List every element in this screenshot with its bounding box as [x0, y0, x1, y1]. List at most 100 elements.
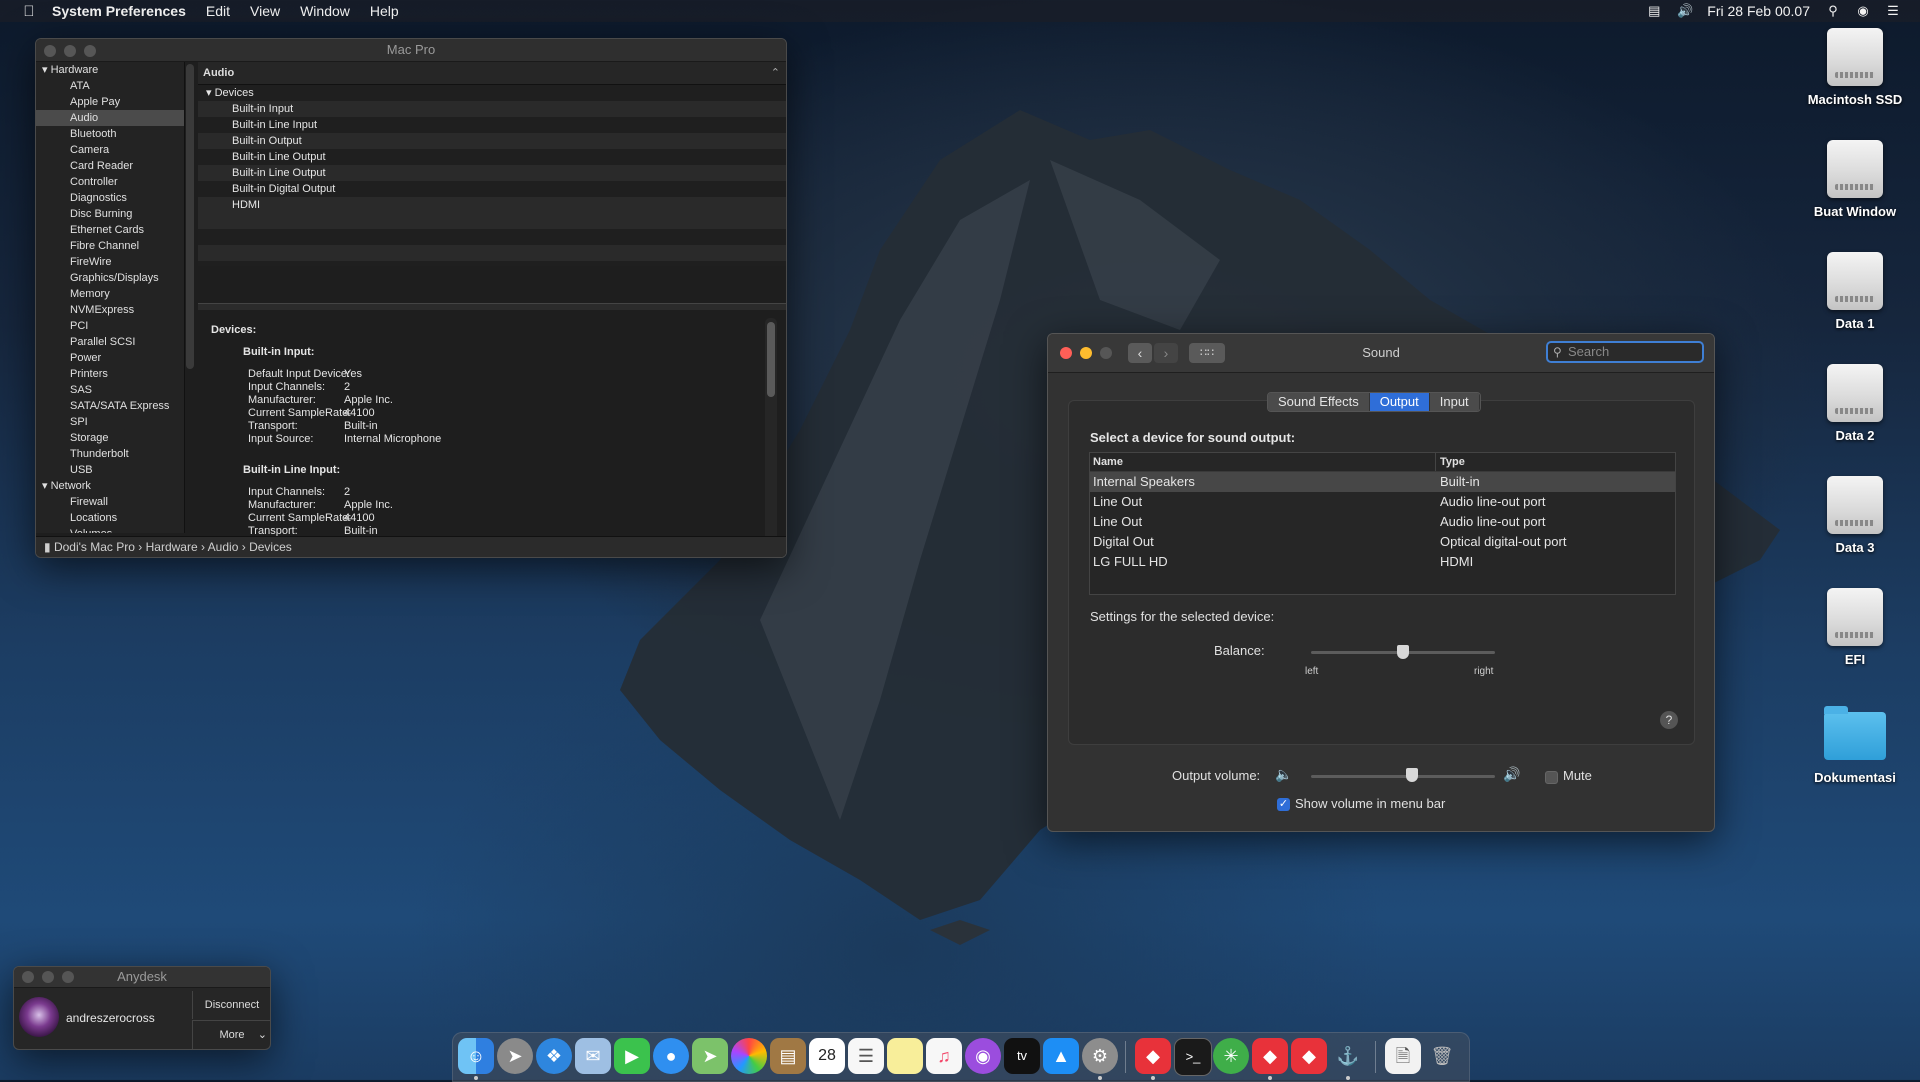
desktop-disk[interactable]: Macintosh SSD: [1800, 28, 1910, 107]
path-item[interactable]: Dodi's Mac Pro: [54, 540, 135, 554]
table-row[interactable]: Line Out Audio line-out port: [1090, 492, 1675, 512]
close-button[interactable]: [22, 971, 34, 983]
path-item[interactable]: Devices: [249, 540, 292, 554]
music-icon[interactable]: ♫: [926, 1038, 962, 1074]
menu-help[interactable]: Help: [370, 3, 399, 19]
menubar-clock[interactable]: Fri 28 Feb 00.07: [1707, 3, 1810, 19]
close-button[interactable]: [1060, 347, 1072, 359]
facetime-icon[interactable]: ▶: [614, 1038, 650, 1074]
tab-output[interactable]: Output: [1369, 393, 1430, 411]
table-row[interactable]: LG FULL HD HDMI: [1090, 552, 1675, 572]
devices-group-row[interactable]: ▾ Devices: [198, 85, 786, 101]
trash-icon[interactable]: 🗑: [1424, 1038, 1460, 1074]
desktop-disk[interactable]: Data 3: [1800, 476, 1910, 555]
contacts-icon[interactable]: ▤: [770, 1038, 806, 1074]
menu-edit[interactable]: Edit: [206, 3, 230, 19]
tab-sound-effects[interactable]: Sound Effects: [1268, 393, 1370, 411]
device-row[interactable]: Built-in Line Output: [198, 149, 786, 165]
disclosure-triangle-icon[interactable]: ▾: [42, 480, 51, 492]
minimize-button[interactable]: [1080, 347, 1092, 359]
anydesk-icon[interactable]: ◆: [1291, 1038, 1327, 1074]
tree-item[interactable]: Bluetooth: [36, 126, 184, 142]
zoom-button[interactable]: [84, 45, 96, 57]
tree-item[interactable]: Card Reader: [36, 158, 184, 174]
notification-center-icon[interactable]: ☰: [1886, 4, 1900, 18]
notes-icon[interactable]: [887, 1038, 923, 1074]
desktop-disk[interactable]: EFI: [1800, 588, 1910, 667]
table-row[interactable]: Internal Speakers Built-in: [1090, 472, 1675, 492]
tree-item[interactable]: Parallel SCSI: [36, 334, 184, 350]
device-row[interactable]: Built-in Line Output: [198, 165, 786, 181]
tree-item[interactable]: Diagnostics: [36, 190, 184, 206]
system-information-icon[interactable]: ⚓: [1330, 1038, 1366, 1074]
tree-item[interactable]: Locations: [36, 510, 184, 526]
tree-group-hardware[interactable]: ▾ Hardware: [36, 62, 184, 78]
table-row[interactable]: Digital Out Optical digital-out port: [1090, 532, 1675, 552]
launchpad-icon[interactable]: ➤: [497, 1038, 533, 1074]
tree-item[interactable]: SATA/SATA Express: [36, 398, 184, 414]
device-row[interactable]: HDMI: [198, 197, 786, 213]
sound-titlebar[interactable]: ‹ › ∷∷ Sound ⚲ Search: [1048, 334, 1714, 373]
photos-icon[interactable]: [731, 1038, 767, 1074]
column-name-header[interactable]: Name: [1093, 453, 1123, 471]
tree-item[interactable]: ATA: [36, 78, 184, 94]
minimize-button[interactable]: [64, 45, 76, 57]
zoom-button[interactable]: [62, 971, 74, 983]
mute-label[interactable]: Mute: [1563, 768, 1592, 783]
tree-item[interactable]: Power: [36, 350, 184, 366]
tree-item[interactable]: Camera: [36, 142, 184, 158]
tree-item[interactable]: Disc Burning: [36, 206, 184, 222]
volume-icon[interactable]: 🔊: [1677, 4, 1693, 18]
app-store-icon[interactable]: ▲: [1043, 1038, 1079, 1074]
tree-group-network[interactable]: ▾ Network: [36, 478, 184, 494]
tree-item[interactable]: Memory: [36, 286, 184, 302]
calendar-icon[interactable]: 28: [809, 1038, 845, 1074]
finder-icon[interactable]: ☺: [458, 1038, 494, 1074]
tree-item[interactable]: Printers: [36, 366, 184, 382]
tree-item[interactable]: SPI: [36, 414, 184, 430]
sysinfo-titlebar[interactable]: Mac Pro: [36, 39, 786, 62]
mute-checkbox[interactable]: [1545, 771, 1558, 784]
menu-app-name[interactable]: System Preferences: [52, 3, 186, 19]
help-button[interactable]: ?: [1660, 711, 1678, 729]
device-list-header[interactable]: Audio ⌃: [198, 62, 786, 85]
tab-input[interactable]: Input: [1429, 393, 1480, 411]
tree-item[interactable]: NVMExpress: [36, 302, 184, 318]
column-type-header[interactable]: Type: [1440, 453, 1465, 471]
chevron-up-icon[interactable]: ⌃: [771, 62, 780, 84]
tree-item[interactable]: Volumes: [36, 526, 184, 533]
path-item[interactable]: Audio: [208, 540, 239, 554]
spotlight-search-icon[interactable]: ⚲: [1826, 4, 1840, 18]
tree-item[interactable]: FireWire: [36, 254, 184, 270]
tree-item[interactable]: Ethernet Cards: [36, 222, 184, 238]
show-volume-checkbox[interactable]: ✓: [1277, 798, 1290, 811]
device-row[interactable]: Built-in Digital Output: [198, 181, 786, 197]
tree-item[interactable]: USB: [36, 462, 184, 478]
apple-icon[interactable]: : [20, 3, 38, 20]
path-item[interactable]: Hardware: [146, 540, 198, 554]
close-button[interactable]: [44, 45, 56, 57]
desktop-disk[interactable]: Buat Window: [1800, 140, 1910, 219]
search-input[interactable]: ⚲ Search: [1546, 341, 1704, 363]
output-volume-slider[interactable]: [1311, 775, 1495, 778]
anydesk-icon[interactable]: ◆: [1252, 1038, 1288, 1074]
tree-item[interactable]: Storage: [36, 430, 184, 446]
siri-icon[interactable]: ◉: [1856, 4, 1870, 18]
tree-item[interactable]: PCI: [36, 318, 184, 334]
disclosure-triangle-icon[interactable]: ▾: [42, 64, 51, 76]
table-row[interactable]: Line Out Audio line-out port: [1090, 512, 1675, 532]
safari-icon[interactable]: ❖: [536, 1038, 572, 1074]
show-all-grid-icon[interactable]: ∷∷: [1189, 343, 1225, 363]
balance-slider-thumb[interactable]: [1397, 645, 1409, 659]
device-row[interactable]: Built-in Input: [198, 101, 786, 117]
mail-icon[interactable]: ✉: [575, 1038, 611, 1074]
menu-view[interactable]: View: [250, 3, 280, 19]
tree-item[interactable]: Audio: [36, 110, 184, 126]
minimize-button[interactable]: [42, 971, 54, 983]
document-icon[interactable]: 🗎: [1385, 1038, 1421, 1074]
tree-item[interactable]: Thunderbolt: [36, 446, 184, 462]
tree-item[interactable]: Apple Pay: [36, 94, 184, 110]
forward-button[interactable]: ›: [1154, 343, 1178, 363]
menu-window[interactable]: Window: [300, 3, 350, 19]
podcasts-icon[interactable]: ◉: [965, 1038, 1001, 1074]
